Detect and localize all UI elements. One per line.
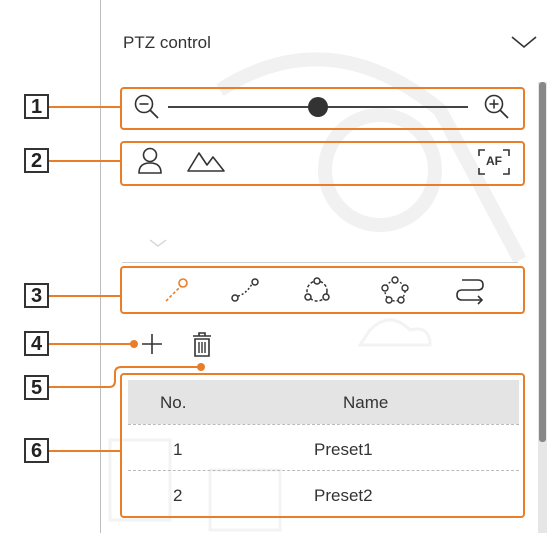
tour-icon[interactable] — [379, 275, 411, 307]
group-icon[interactable] — [302, 276, 332, 306]
callout-5: 5 — [24, 375, 49, 400]
callout-3: 3 — [24, 283, 49, 308]
panel-title: PTZ control — [123, 33, 211, 52]
zoom-slider-handle[interactable] — [308, 97, 328, 117]
row-name: Preset2 — [314, 486, 373, 505]
faint-chevron-icon — [149, 239, 167, 247]
callout-4: 4 — [24, 331, 49, 356]
callout-3-leader — [49, 295, 120, 297]
trace-icon[interactable] — [454, 277, 486, 305]
trash-icon[interactable] — [190, 331, 214, 359]
section-divider — [122, 262, 518, 263]
callout-6-leader — [49, 450, 120, 452]
swing-icon[interactable] — [230, 276, 260, 304]
plus-icon[interactable] — [138, 330, 166, 358]
callout-1: 1 — [24, 94, 49, 119]
zoom-in-icon[interactable] — [483, 93, 511, 121]
column-header-no[interactable]: No. — [160, 393, 186, 413]
callout-4-dot — [130, 340, 138, 348]
table-header — [128, 380, 519, 424]
callout-2-leader — [49, 160, 120, 162]
table-row[interactable]: 1 Preset1 — [128, 425, 519, 470]
callout-5-dot — [197, 363, 205, 371]
person-icon[interactable] — [136, 146, 164, 176]
chevron-down-icon[interactable] — [510, 34, 538, 50]
autofocus-label: AF — [486, 154, 502, 168]
callout-4-leader — [49, 343, 133, 345]
row-number: 2 — [173, 486, 183, 505]
scrollbar-thumb[interactable] — [539, 82, 546, 442]
row-number: 1 — [173, 440, 183, 459]
column-header-name[interactable]: Name — [343, 393, 388, 413]
callout-1-leader — [49, 106, 120, 108]
callout-6: 6 — [24, 438, 49, 463]
row-name: Preset1 — [314, 440, 373, 459]
focus-control-box — [120, 141, 525, 186]
table-row[interactable]: 2 Preset2 — [128, 471, 519, 516]
preset-icon[interactable] — [163, 276, 189, 304]
mountain-icon[interactable] — [186, 148, 226, 174]
zoom-out-icon[interactable] — [133, 93, 161, 121]
background — [0, 0, 100, 533]
callout-2: 2 — [24, 148, 49, 173]
autofocus-icon[interactable]: AF — [477, 148, 511, 176]
